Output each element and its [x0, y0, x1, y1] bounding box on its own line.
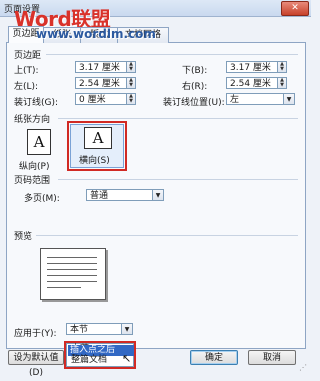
bottom-margin-spinner[interactable]: ▲ ▼: [278, 61, 287, 73]
top-margin-spinner[interactable]: ▲ ▼: [127, 61, 136, 73]
section-divider: [58, 179, 298, 180]
watermark-url: www.wordlm.com: [36, 27, 156, 41]
cancel-button[interactable]: 取消: [248, 350, 296, 365]
chevron-down-icon[interactable]: ▼: [284, 93, 295, 105]
set-default-button[interactable]: 设为默认值(D): [8, 350, 64, 378]
landscape-label: 横向(S): [79, 156, 110, 166]
section-divider: [36, 235, 298, 236]
gutter-input[interactable]: 0 厘米: [75, 93, 127, 105]
gutter-position-label: 装订线位置(U):: [163, 98, 225, 108]
chevron-down-icon[interactable]: ▼: [153, 189, 164, 201]
preview-section-title: 预览: [14, 232, 33, 242]
orientation-section-title: 纸张方向: [14, 115, 51, 125]
top-margin-input[interactable]: 3.17 厘米: [75, 61, 127, 73]
bottom-margin-input[interactable]: 3.17 厘米: [226, 61, 278, 73]
resize-grip-icon[interactable]: ⋰: [299, 363, 309, 373]
multiple-pages-select[interactable]: 普通: [86, 189, 153, 201]
chevron-down-icon[interactable]: ▼: [122, 323, 133, 335]
landscape-option[interactable]: A 横向(S): [70, 124, 124, 168]
preview-page: [40, 248, 106, 300]
right-margin-spinner[interactable]: ▲ ▼: [278, 77, 287, 89]
multiple-pages-label: 多页(M):: [24, 194, 60, 204]
right-margin-label: 右(R):: [182, 82, 208, 92]
section-divider: [58, 118, 298, 119]
close-button[interactable]: ✕: [281, 1, 309, 16]
apply-to-label: 应用于(Y):: [14, 329, 57, 339]
gutter-spinner[interactable]: ▲ ▼: [127, 93, 136, 105]
top-margin-label: 上(T):: [14, 66, 39, 76]
section-divider: [46, 54, 298, 55]
left-margin-input[interactable]: 2.54 厘米: [75, 77, 127, 89]
gutter-label: 装订线(G):: [14, 98, 59, 108]
mouse-cursor-icon: ↖: [122, 352, 132, 365]
portrait-label: 纵向(P): [19, 162, 50, 172]
margins-section-title: 页边距: [14, 51, 42, 61]
landscape-page-icon: A: [84, 127, 112, 149]
right-margin-input[interactable]: 2.54 厘米: [226, 77, 278, 89]
portrait-option[interactable]: A 纵向(P): [16, 125, 62, 173]
bottom-margin-label: 下(B):: [182, 66, 208, 76]
portrait-page-icon: A: [27, 129, 51, 155]
apply-to-select[interactable]: 本节: [66, 323, 122, 335]
ok-button[interactable]: 确定: [190, 350, 238, 365]
left-margin-label: 左(L):: [14, 82, 39, 92]
left-margin-spinner[interactable]: ▲ ▼: [127, 77, 136, 89]
pages-section-title: 页码范围: [14, 176, 51, 186]
gutter-position-select[interactable]: 左: [226, 93, 284, 105]
